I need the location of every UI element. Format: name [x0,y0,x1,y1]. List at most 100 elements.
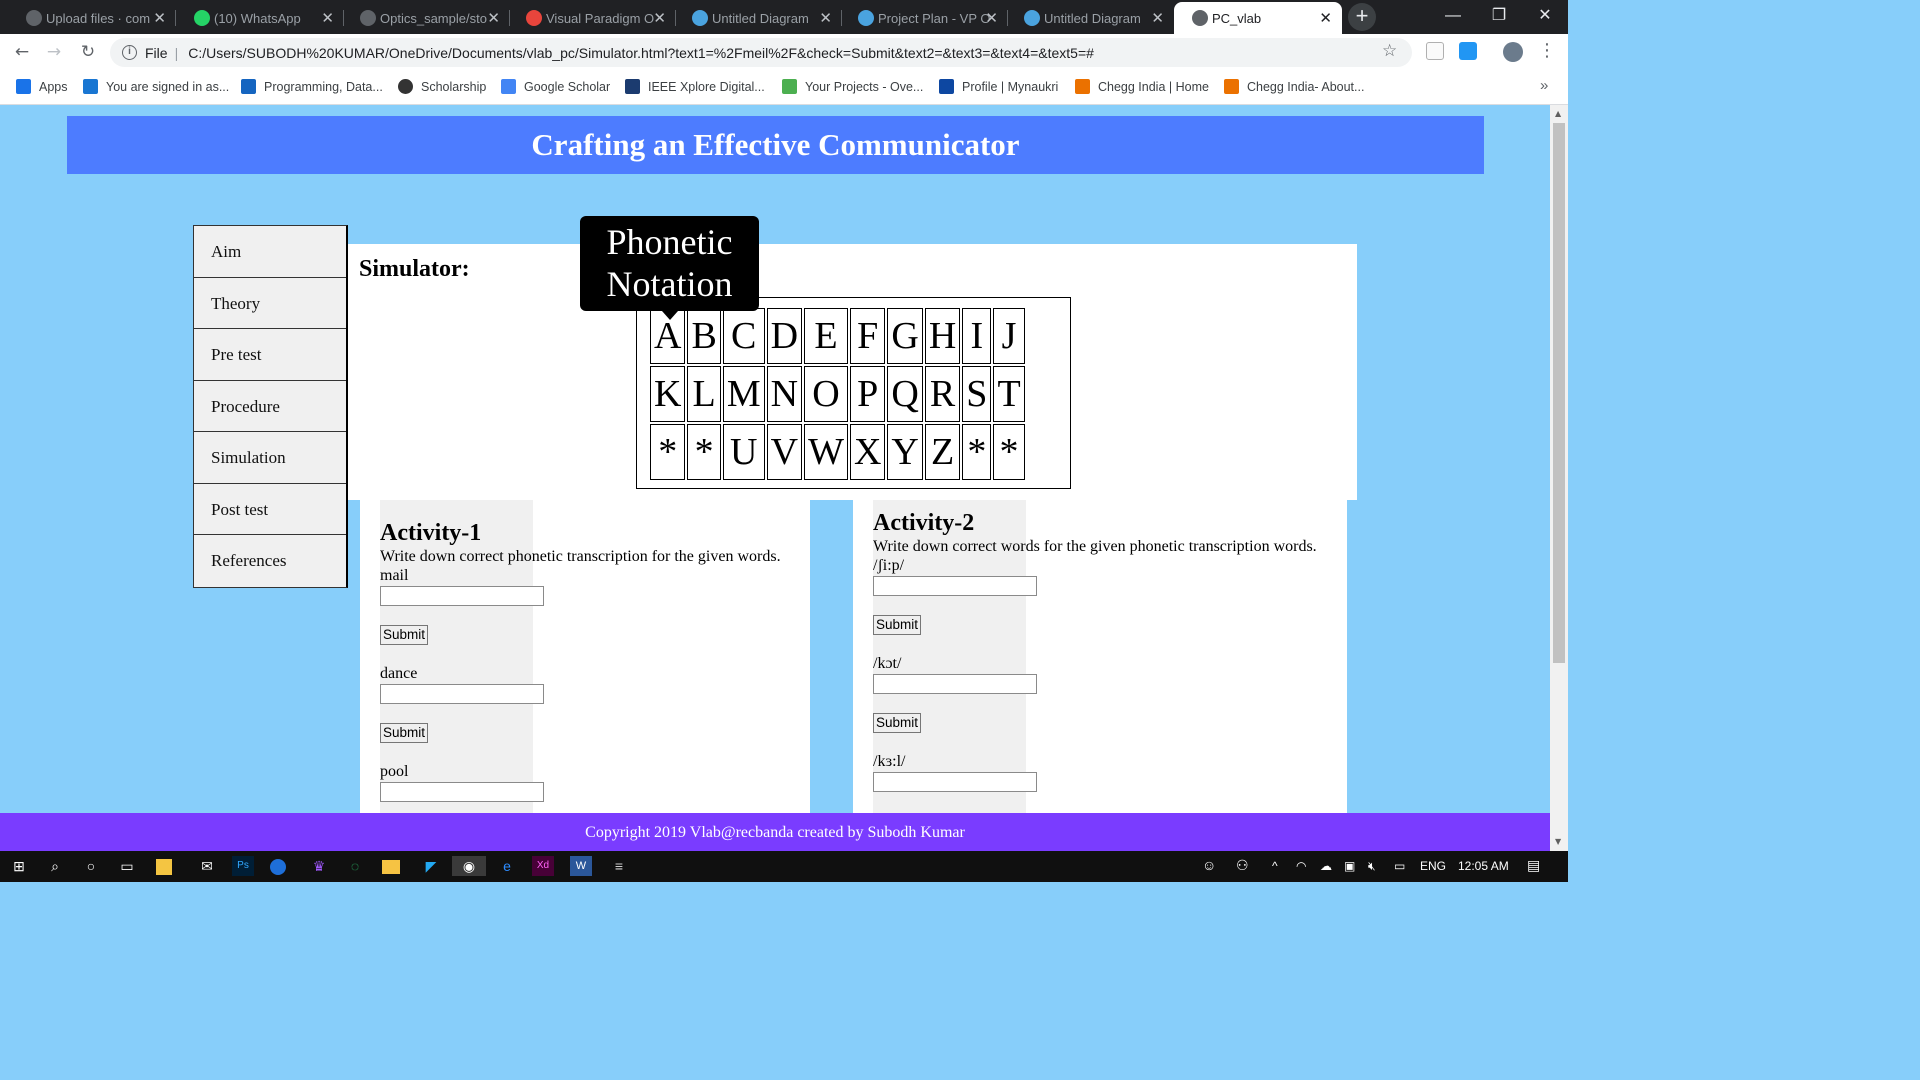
bookmark-item[interactable]: You are signed in as... [83,79,229,94]
letter-key[interactable]: P [849,366,886,422]
close-window-button[interactable]: ✕ [1522,0,1568,32]
new-tab-button[interactable]: + [1348,3,1376,31]
close-icon[interactable]: ✕ [487,9,500,27]
bookmark-apps[interactable]: Apps [16,79,68,94]
activity-2-submit-button-1[interactable]: Submit [873,615,922,635]
photoshop-icon[interactable]: Ps [232,856,254,876]
browser-tab[interactable]: Visual Paradigm O ✕ [508,2,676,34]
forward-arrow-icon[interactable]: → [40,38,68,66]
language-indicator[interactable]: ENG [1420,859,1446,873]
activity-1-submit-button-2[interactable]: Submit [380,723,429,743]
scrollbar-thumb[interactable] [1553,123,1565,663]
bookmark-item[interactable]: IEEE Xplore Digital... [625,79,765,94]
sidebar-item-simulation[interactable]: Simulation [194,432,346,484]
page-scrollbar[interactable]: ▲ ▼ [1550,105,1568,851]
sidebar-item-aim[interactable]: Aim [194,226,346,278]
app-icon[interactable]: ◌ [344,856,366,876]
browser-tab-active[interactable]: PC_vlab ✕ [1174,2,1342,34]
letter-key[interactable]: M [722,366,765,422]
cloud-icon[interactable]: ☁ [1320,859,1332,873]
close-icon[interactable]: ✕ [1319,9,1332,27]
close-icon[interactable]: ✕ [653,9,666,27]
restore-button[interactable]: ❐ [1476,0,1522,32]
letter-key[interactable]: X [849,424,886,480]
activity-2-submit-button-2[interactable]: Submit [873,713,922,733]
letter-key[interactable]: B [687,308,721,364]
letter-key[interactable]: * [993,424,1025,480]
browser-tab[interactable]: (10) WhatsApp ✕ [176,2,344,34]
bookmark-star-icon[interactable]: ☆ [1382,41,1397,61]
letter-key[interactable]: U [722,424,765,480]
letter-key[interactable]: G [887,308,923,364]
letter-key[interactable]: S [962,366,992,422]
letter-key[interactable]: E [804,308,848,364]
close-icon[interactable]: ✕ [153,9,166,27]
letter-key[interactable]: C [722,308,765,364]
letter-key[interactable]: * [962,424,992,480]
activity-1-answer-input-3[interactable] [380,782,544,802]
browser-tab[interactable]: Optics_sample/sto ✕ [342,2,510,34]
activity-2-answer-input-2[interactable] [873,674,1037,694]
activity-1-answer-input-2[interactable] [380,684,544,704]
volume-muted-icon[interactable]: 🔇︎ [1368,859,1376,874]
letter-key[interactable]: R [924,366,961,422]
clock[interactable]: 12:05 AM [1458,859,1509,873]
sidebar-item-pre-test[interactable]: Pre test [194,329,346,381]
scroll-up-icon[interactable]: ▲ [1555,109,1561,118]
browser-tab[interactable]: Project Plan - VP O ✕ [840,2,1008,34]
extension-icon[interactable] [1459,42,1477,60]
address-bar[interactable]: i File | C:/Users/SUBODH%20KUMAR/OneDriv… [110,38,1412,67]
bookmark-item[interactable]: Programming, Data... [241,79,383,94]
letter-key[interactable]: L [687,366,721,422]
battery-saver-icon[interactable]: ▣ [1344,859,1355,873]
notifications-icon[interactable]: ▤ [1527,857,1540,874]
profile-avatar[interactable] [1503,42,1523,62]
app-icon[interactable]: ≡ [608,856,630,876]
browser-tab[interactable]: Untitled Diagram ✕ [674,2,842,34]
browser-tab[interactable]: Untitled Diagram ✕ [1006,2,1174,34]
edge-icon[interactable]: e [496,856,518,876]
people-icon[interactable]: ⚇ [1236,857,1249,874]
sidebar-item-procedure[interactable]: Procedure [194,381,346,432]
letter-key[interactable]: O [804,366,848,422]
letter-key[interactable]: Z [924,424,961,480]
battery-icon[interactable]: ▭ [1394,859,1405,873]
scroll-down-icon[interactable]: ▼ [1555,837,1561,846]
letter-key[interactable]: W [804,424,848,480]
vscode-icon[interactable]: ◤ [420,856,442,876]
bookmark-item[interactable]: Chegg India | Home [1075,79,1209,94]
activity-2-answer-input-1[interactable] [873,576,1037,596]
activity-2-answer-input-3[interactable] [873,772,1037,792]
bookmark-item[interactable]: Profile | Mynaukri [939,79,1058,94]
sidebar-item-theory[interactable]: Theory [194,278,346,329]
close-icon[interactable]: ✕ [819,9,832,27]
sidebar-item-post-test[interactable]: Post test [194,484,346,535]
word-icon[interactable]: W [570,856,592,876]
mail-icon[interactable]: ✉ [196,856,218,876]
browser-tab[interactable]: Upload files · com ✕ [8,2,176,34]
windows-start-icon[interactable]: ⊞ [8,856,30,876]
close-icon[interactable]: ✕ [321,9,334,27]
info-icon[interactable]: i [122,45,137,60]
activity-1-submit-button-1[interactable]: Submit [380,625,429,645]
letter-key[interactable]: * [687,424,721,480]
search-icon[interactable]: ⌕ [44,856,66,876]
chrome-icon[interactable]: ◉ [452,856,486,876]
app-icon[interactable] [270,859,286,875]
more-bookmarks-chevron-icon[interactable]: » [1540,77,1548,94]
bookmark-item[interactable]: Your Projects - Ove... [782,79,923,94]
letter-key[interactable]: J [993,308,1025,364]
kebab-menu-icon[interactable]: ⋮ [1538,40,1556,61]
letter-key[interactable]: T [993,366,1025,422]
letter-key[interactable]: Q [887,366,923,422]
bookmark-item[interactable]: Chegg India- About... [1224,79,1364,94]
close-icon[interactable]: ✕ [985,9,998,27]
activity-1-answer-input-1[interactable] [380,586,544,606]
adobe-xd-icon[interactable]: Xd [532,856,554,876]
letter-key[interactable]: K [650,366,686,422]
app-icon[interactable]: ♛ [308,856,330,876]
cortana-icon[interactable]: ○ [80,856,102,876]
file-explorer-icon[interactable] [382,860,400,874]
letter-key[interactable]: V [766,424,803,480]
letter-key[interactable]: H [924,308,961,364]
